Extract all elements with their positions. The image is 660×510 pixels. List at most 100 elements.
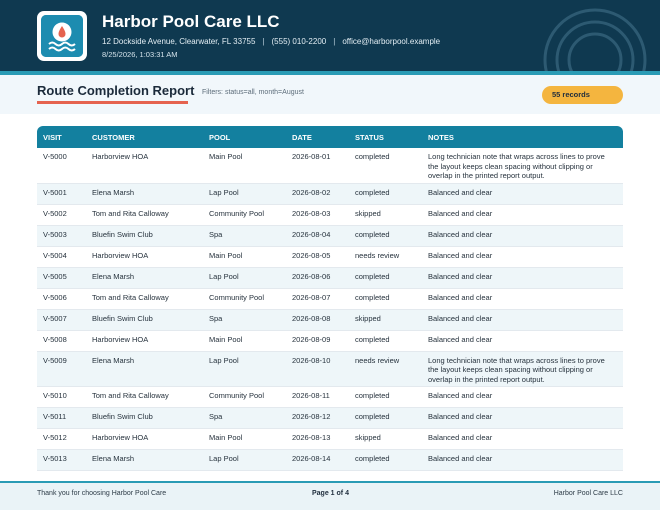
table-row: V-5004 Harborview HOA Main Pool 2026-08-05 n… [37, 246, 623, 268]
table-row: V-5013 Elena Marsh Lap Pool 2026-08-14 compl… [37, 449, 623, 471]
pool-name: Lap Pool [203, 183, 286, 205]
table-row: V-5001 Elena Marsh Lap Pool 2026-08-02 compl… [37, 183, 623, 205]
table-row: V-5002 Tom and Rita Calloway Community Poo… [37, 204, 623, 226]
table-row: V-5005 Elena Marsh Lap Pool 2026-08-06 compl… [37, 267, 623, 289]
visit-status: completed [349, 288, 422, 310]
visit-notes: Balanced and clear [422, 407, 623, 429]
company-logo [37, 11, 87, 61]
table-row: V-5009 Elena Marsh Lap Pool 2026-08-10 needs… [37, 351, 623, 387]
visit-date: 2026-08-01 [286, 148, 349, 184]
pool-name: Community Pool [203, 288, 286, 310]
table-row: V-5007 Bluefin Swim Club Spa 2026-08-08 skip… [37, 309, 623, 331]
visit-date: 2026-08-12 [286, 407, 349, 429]
customer-name: Elena Marsh [86, 267, 203, 289]
table-row: V-5012 Harborview HOA Main Pool 2026-08-13 s… [37, 428, 623, 450]
column-header: STATUS [355, 132, 384, 142]
visit-date: 2026-08-03 [286, 204, 349, 226]
column-header: POOL [209, 132, 231, 142]
pool-name: Spa [203, 407, 286, 429]
visit-date: 2026-08-14 [286, 449, 349, 471]
contact-separator: | [262, 37, 265, 46]
visit-status: completed [349, 330, 422, 352]
visit-notes: Balanced and clear [422, 225, 623, 247]
visit-id: V-5001 [37, 183, 86, 205]
visit-notes: Balanced and clear [422, 288, 623, 310]
visit-date: 2026-08-06 [286, 267, 349, 289]
visit-id: V-5008 [37, 330, 86, 352]
visits-table: VISIT CUSTOMER POOL DATE STATUS NOTES V-5000 H… [37, 126, 623, 471]
visit-notes: Balanced and clear [422, 330, 623, 352]
visit-date: 2026-08-07 [286, 288, 349, 310]
visit-notes: Balanced and clear [422, 309, 623, 331]
pool-name: Spa [203, 309, 286, 331]
visit-status: completed [349, 183, 422, 205]
column-header: CUSTOMER [92, 132, 135, 142]
pool-name: Lap Pool [203, 351, 286, 387]
page-indicator: Page 1 of 4 [312, 490, 349, 497]
visit-date: 2026-08-08 [286, 309, 349, 331]
record-count-badge: 55 records [542, 86, 623, 104]
customer-name: Tom and Rita Calloway [86, 204, 203, 226]
visit-notes: Balanced and clear [422, 449, 623, 471]
visit-notes: Balanced and clear [422, 183, 623, 205]
table-header-row: VISIT CUSTOMER POOL DATE STATUS NOTES [37, 126, 623, 148]
visit-id: V-5012 [37, 428, 86, 450]
contact-separator: | [333, 37, 336, 46]
visit-notes: Balanced and clear [422, 204, 623, 226]
table-row: V-5010 Tom and Rita Calloway Community Poo… [37, 386, 623, 408]
customer-name: Tom and Rita Calloway [86, 386, 203, 408]
visit-date: 2026-08-10 [286, 351, 349, 387]
visit-date: 2026-08-04 [286, 225, 349, 247]
visit-id: V-5006 [37, 288, 86, 310]
visit-status: completed [349, 267, 422, 289]
customer-name: Bluefin Swim Club [86, 309, 203, 331]
visit-status: needs review [349, 351, 422, 387]
visit-id: V-5004 [37, 246, 86, 268]
visit-id: V-5003 [37, 225, 86, 247]
customer-name: Elena Marsh [86, 449, 203, 471]
visit-date: 2026-08-11 [286, 386, 349, 408]
visit-notes: Balanced and clear [422, 428, 623, 450]
visit-status: completed [349, 148, 422, 184]
generated-timestamp: 8/25/2026, 1:03:31 AM [102, 50, 178, 59]
visit-id: V-5011 [37, 407, 86, 429]
visit-date: 2026-08-09 [286, 330, 349, 352]
visit-status: completed [349, 407, 422, 429]
table-body: V-5000 Harborview HOA Main Pool 2026-08-01 c… [37, 148, 623, 471]
visit-status: completed [349, 386, 422, 408]
customer-name: Harborview HOA [86, 246, 203, 268]
visit-status: skipped [349, 309, 422, 331]
visit-id: V-5005 [37, 267, 86, 289]
company-phone: (555) 010-2200 [271, 37, 327, 46]
pool-name: Main Pool [203, 330, 286, 352]
visit-date: 2026-08-02 [286, 183, 349, 205]
table-row: V-5006 Tom and Rita Calloway Community Poo… [37, 288, 623, 310]
visit-status: skipped [349, 428, 422, 450]
visit-id: V-5000 [37, 148, 86, 184]
visit-notes: Balanced and clear [422, 246, 623, 268]
visit-status: skipped [349, 204, 422, 226]
column-header: NOTES [428, 132, 454, 142]
filters-summary: Filters: status=all, month=August [202, 89, 304, 96]
visit-id: V-5010 [37, 386, 86, 408]
footer-company: Harbor Pool Care LLC [553, 490, 623, 497]
footer-thanks: Thank you for choosing Harbor Pool Care [37, 490, 167, 497]
visit-status: completed [349, 449, 422, 471]
pool-name: Main Pool [203, 428, 286, 450]
pool-name: Main Pool [203, 246, 286, 268]
title-underline [37, 101, 188, 104]
water-drop-waves-icon [41, 15, 83, 57]
table-row: V-5003 Bluefin Swim Club Spa 2026-08-04 comp… [37, 225, 623, 247]
customer-name: Harborview HOA [86, 330, 203, 352]
visit-notes: Long technician note that wraps across l… [422, 148, 623, 184]
pool-name: Community Pool [203, 204, 286, 226]
customer-name: Bluefin Swim Club [86, 407, 203, 429]
table-row: V-5008 Harborview HOA Main Pool 2026-08-09 c… [37, 330, 623, 352]
visit-notes: Balanced and clear [422, 386, 623, 408]
visit-id: V-5013 [37, 449, 86, 471]
visit-id: V-5009 [37, 351, 86, 387]
customer-name: Elena Marsh [86, 351, 203, 387]
company-email[interactable]: office@harborpool.example [342, 37, 440, 46]
customer-name: Elena Marsh [86, 183, 203, 205]
column-header: DATE [292, 132, 312, 142]
